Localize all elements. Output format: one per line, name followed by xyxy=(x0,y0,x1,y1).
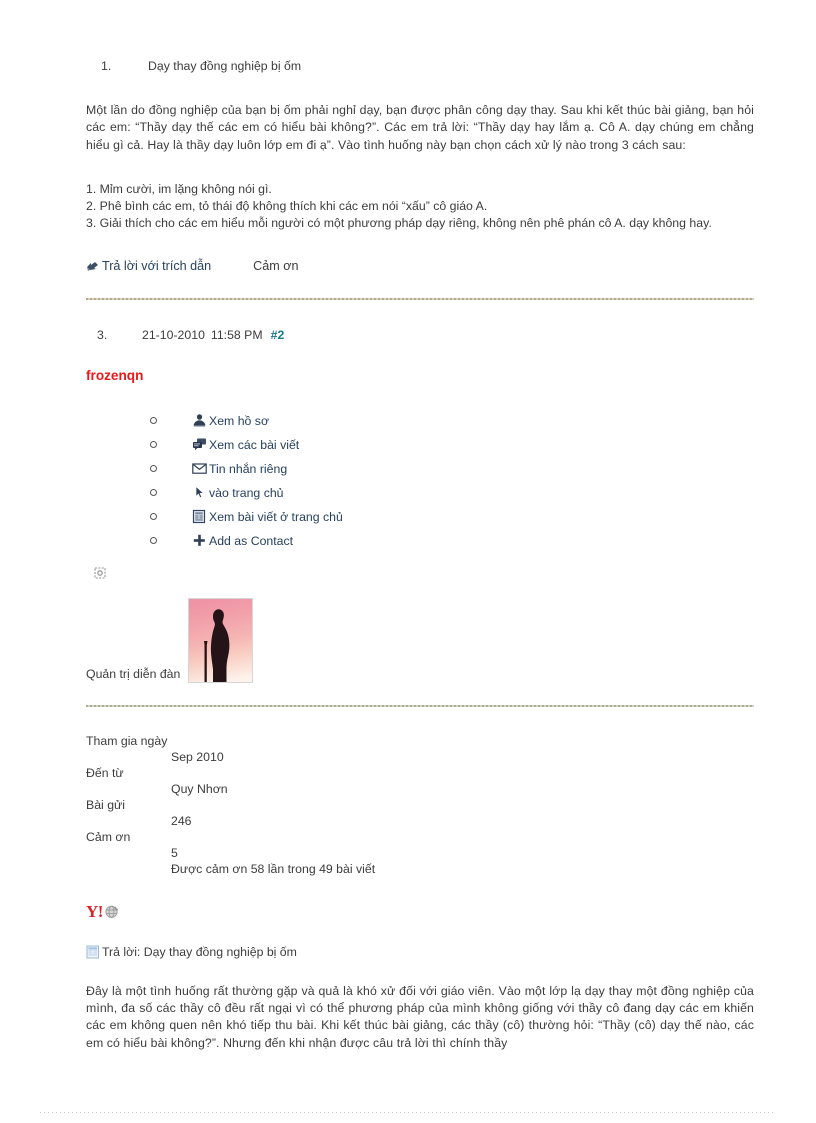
page-footer-divider xyxy=(40,1112,776,1113)
plus-icon xyxy=(192,533,207,548)
menu-item-label[interactable]: Add as Contact xyxy=(209,534,293,548)
envelope-icon xyxy=(192,461,207,476)
avatar-row: Quản trị diễn đàn xyxy=(86,597,754,683)
menu-item-label[interactable]: Xem bài viết ở trang chủ xyxy=(209,510,343,524)
thread-option: 1. Mỉm cười, im lặng không nói gì. xyxy=(86,181,272,196)
quote-reply-link[interactable]: Trả lời với trích dẫn xyxy=(102,259,211,273)
thread-title: Dạy thay đồng nghiệp bị ốm xyxy=(148,59,302,73)
menu-item-label[interactable]: vào trang chủ xyxy=(209,486,284,500)
status-offline-icon xyxy=(94,566,106,579)
section-divider-mid xyxy=(86,704,754,707)
thread-title-row: 1. Dạy thay đồng nghiệp bị ốm xyxy=(86,58,754,75)
reply-title-row: Trả lời: Dạy thay đồng nghiệp bị ốm xyxy=(86,945,754,959)
reply-body-paragraph: Đây là một tình huống rất thường gặp và … xyxy=(86,983,754,1050)
post-anchor-link[interactable]: #2 xyxy=(271,328,285,342)
stat-label: Bài gửi xyxy=(86,797,125,812)
yahoo-status-globe-icon xyxy=(104,904,119,919)
stat-value: Sep 2010 xyxy=(171,749,224,764)
section-divider-top xyxy=(86,297,754,300)
list-bullet xyxy=(150,465,157,473)
quote-icon xyxy=(86,261,99,272)
menu-item-view-posts[interactable]: Xem các bài viết xyxy=(150,433,754,457)
list-bullet xyxy=(150,441,157,449)
reply-title-text: Trả lời: Dạy thay đồng nghiệp bị ốm xyxy=(102,944,297,959)
yahoo-logo: Y! xyxy=(86,902,103,922)
menu-item-label[interactable]: Xem các bài viết xyxy=(209,438,299,452)
thread-intro-paragraph: Một lần do đồng nghiệp của bạn bị ốm phả… xyxy=(86,103,754,152)
post-document-icon xyxy=(86,945,100,959)
stat-value: 5 xyxy=(171,845,178,860)
list-bullet xyxy=(150,489,157,497)
list-bullet xyxy=(150,537,157,545)
menu-item-add-contact[interactable]: Add as Contact xyxy=(150,529,754,553)
menu-item-label[interactable]: Xem hồ sơ xyxy=(209,414,269,428)
stat-label: Tham gia ngày xyxy=(86,733,168,748)
posts-comments-icon xyxy=(192,437,207,452)
stats-footnote: Được cảm ơn 58 lần trong 49 bài viết xyxy=(171,861,376,876)
post-actions: Trả lời với trích dẫn Cảm ơn xyxy=(86,259,754,273)
post-date: 21-10-2010 xyxy=(142,327,205,342)
profile-person-icon xyxy=(192,413,207,428)
menu-item-homepage[interactable]: vào trang chủ xyxy=(150,481,754,505)
user-action-menu: Xem hồ sơ Xem các bài viết Tin nhắn riên… xyxy=(150,409,754,553)
document-page: 1. Dạy thay đồng nghiệp bị ốm Một lần do… xyxy=(0,0,816,1123)
stat-label: Cảm ơn xyxy=(86,829,131,844)
post-time: 11:58 PM xyxy=(210,327,263,342)
thread-option: 3. Giải thích cho các em hiểu mỗi người … xyxy=(86,216,712,231)
list-bullet xyxy=(150,417,157,425)
menu-item-label[interactable]: Tin nhắn riêng xyxy=(209,462,287,476)
yahoo-messenger-row[interactable]: Y! xyxy=(86,903,754,921)
avatar[interactable] xyxy=(188,597,254,683)
cursor-arrow-icon xyxy=(192,485,207,500)
user-stats: Tham gia ngày Sep 2010 Đến từ Quy Nhơn B… xyxy=(86,733,754,877)
post-number: 3. xyxy=(97,327,108,342)
page-content: 1. Dạy thay đồng nghiệp bị ốm Một lần do… xyxy=(86,0,754,1052)
stat-value: 246 xyxy=(171,813,192,828)
list-bullet xyxy=(150,513,157,521)
stat-value: Quy Nhơn xyxy=(171,781,228,796)
homepage-posts-icon xyxy=(192,509,207,524)
menu-item-homepage-posts[interactable]: Xem bài viết ở trang chủ xyxy=(150,505,754,529)
post-username[interactable]: frozenqn xyxy=(86,368,754,383)
thread-item-number: 1. xyxy=(101,59,112,73)
thanks-label[interactable]: Cảm ơn xyxy=(253,259,298,273)
post-meta-row: 3. 21-10-2010 11:58 PM #2 xyxy=(86,328,754,342)
thread-option: 2. Phê bình các em, tỏ thái độ không thí… xyxy=(86,199,488,214)
menu-item-view-profile[interactable]: Xem hồ sơ xyxy=(150,409,754,433)
menu-item-private-message[interactable]: Tin nhắn riêng xyxy=(150,457,754,481)
user-rank-label: Quản trị diễn đàn xyxy=(86,666,181,681)
thread-options-list: 1. Mỉm cười, im lặng không nói gì. 2. Ph… xyxy=(86,181,754,233)
stat-label: Đến từ xyxy=(86,765,124,780)
